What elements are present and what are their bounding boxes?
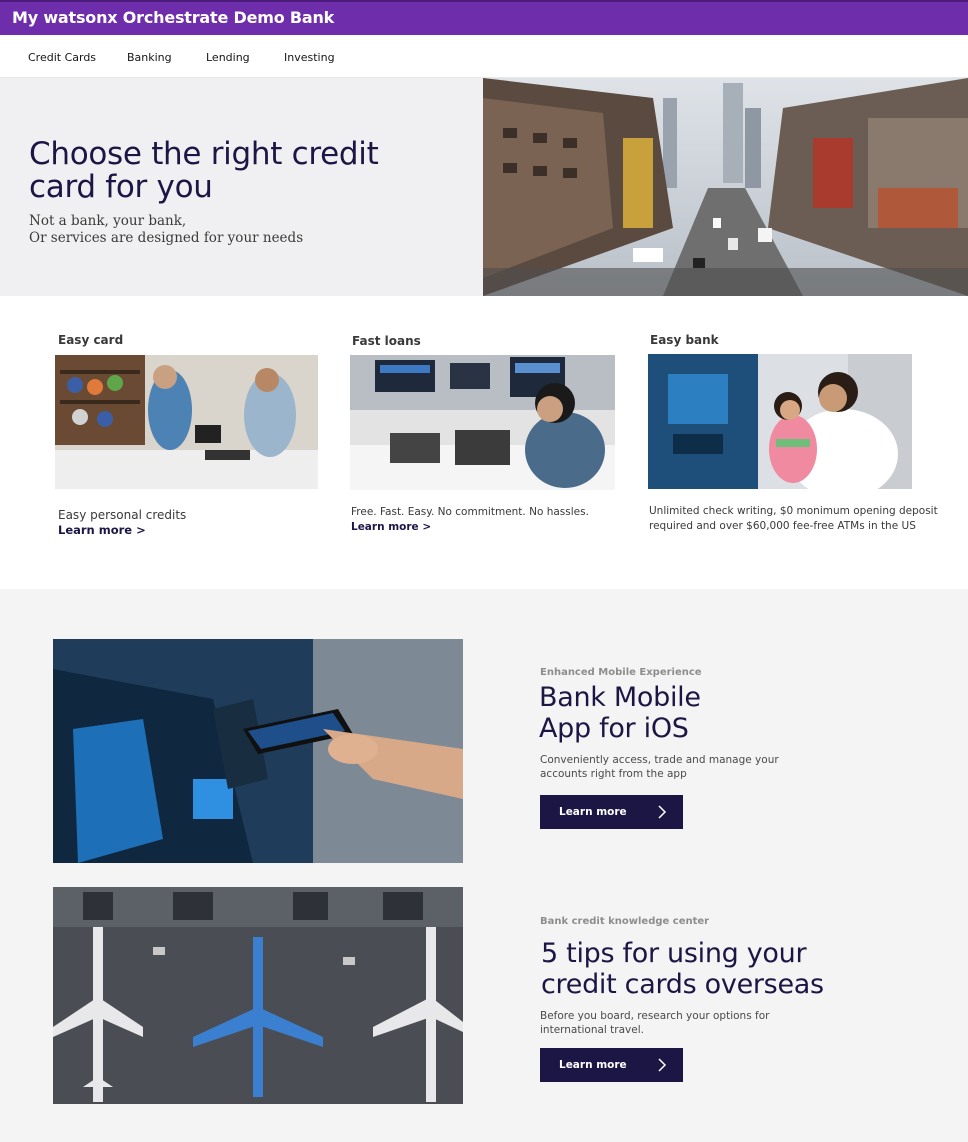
- card-title-fast-loans: Fast loans: [352, 334, 421, 348]
- learn-more-link-easy-card[interactable]: Learn more >: [58, 523, 146, 537]
- promo1-button-label: Learn more: [559, 806, 627, 818]
- card-desc-easy-bank: Unlimited check writing, $0 monimum open…: [649, 504, 938, 534]
- card-desc-easy-bank-line1: Unlimited check writing, $0 monimum open…: [649, 505, 938, 517]
- airport-planes-image: [53, 887, 463, 1104]
- office-desk-image: [350, 355, 615, 490]
- nav-item-credit-cards[interactable]: Credit Cards: [28, 51, 96, 64]
- promo2-title: 5 tips for using your credit cards overs…: [541, 938, 824, 1000]
- learn-more-link-fast-loans[interactable]: Learn more >: [351, 521, 431, 533]
- city-street-image: [483, 78, 968, 296]
- promo2-description: Before you board, research your options …: [540, 1009, 769, 1037]
- hero-subtitle-line1: Not a bank, your bank,: [29, 213, 187, 229]
- promo1-desc-line1: Conveniently access, trade and manage yo…: [540, 754, 779, 766]
- card-title-easy-card: Easy card: [58, 333, 124, 347]
- promo2-eyebrow: Bank credit knowledge center: [540, 916, 710, 927]
- promo2-learn-more-button[interactable]: Learn more: [540, 1048, 683, 1082]
- card-title-easy-bank: Easy bank: [650, 333, 719, 347]
- promo1-title-line2: App for iOS: [539, 713, 689, 744]
- card-desc-easy-card: Easy personal credits: [58, 508, 187, 522]
- promo1-description: Conveniently access, trade and manage yo…: [540, 753, 779, 781]
- chevron-right-icon: [657, 1057, 667, 1073]
- promo1-eyebrow: Enhanced Mobile Experience: [540, 667, 702, 678]
- hero-title: Choose the right credit card for you: [29, 136, 379, 205]
- promo-section: Enhanced Mobile Experience Bank Mobile A…: [0, 589, 968, 1142]
- promo1-title-line1: Bank Mobile: [539, 682, 701, 713]
- chevron-right-icon: [657, 804, 667, 820]
- card-desc-fast-loans: Free. Fast. Easy. No commitment. No hass…: [351, 506, 589, 518]
- brand-title[interactable]: My watsonx Orchestrate Demo Bank: [12, 8, 334, 27]
- card-desc-easy-bank-line2: required and over $60,000 fee-free ATMs …: [649, 520, 916, 532]
- nav-item-investing[interactable]: Investing: [284, 51, 335, 64]
- promo1-title: Bank Mobile App for iOS: [539, 682, 701, 744]
- promo2-title-line2: credit cards overseas: [541, 969, 824, 1000]
- hero-section: Choose the right credit card for you Not…: [0, 78, 968, 296]
- top-bar: My watsonx Orchestrate Demo Bank: [0, 0, 968, 35]
- nav-item-lending[interactable]: Lending: [206, 51, 250, 64]
- feature-cards-section: Easy card Easy personal credits Learn mo…: [0, 296, 968, 589]
- hero-subtitle: Not a bank, your bank, Or services are d…: [29, 213, 303, 247]
- nav-item-banking[interactable]: Banking: [127, 51, 172, 64]
- atm-family-image: [648, 354, 912, 489]
- promo2-title-line1: 5 tips for using your: [541, 938, 807, 969]
- main-nav: Credit Cards Banking Lending Investing: [0, 35, 968, 78]
- promo2-desc-line1: Before you board, research your options …: [540, 1010, 770, 1022]
- hero-subtitle-line2: Or services are designed for your needs: [29, 230, 304, 246]
- promo2-button-label: Learn more: [559, 1059, 627, 1071]
- promo1-desc-line2: accounts right from the app: [540, 768, 687, 780]
- phone-payment-kiosk-image: [53, 639, 463, 863]
- promo2-desc-line2: international travel.: [540, 1024, 644, 1036]
- promo1-learn-more-button[interactable]: Learn more: [540, 795, 683, 829]
- shop-counter-image: [55, 355, 318, 489]
